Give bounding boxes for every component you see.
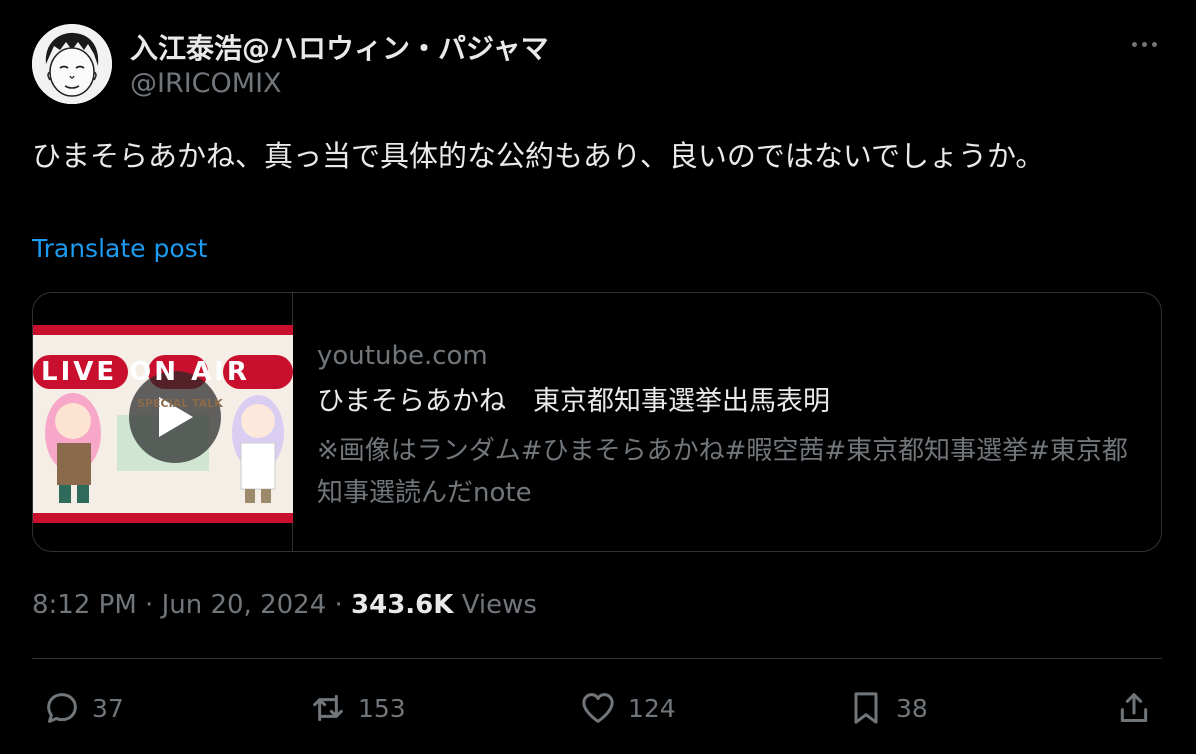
link-card-domain: youtube.com (317, 341, 488, 371)
heart-icon (582, 693, 614, 723)
share-button[interactable] (1114, 688, 1154, 728)
reply-count: 37 (92, 693, 124, 723)
share-icon (1120, 693, 1148, 722)
link-card[interactable]: LIVE ON AIR SPECIAL TALK youtube.com ひまそ… (32, 292, 1162, 552)
user-handle[interactable]: @IRICOMIX (130, 68, 282, 99)
link-card-info[interactable]: youtube.com ひまそらあかね 東京都知事選挙出馬表明 ※画像はランダム… (293, 293, 1147, 551)
display-name[interactable]: 入江泰浩@ハロウィン・パジャマ (130, 27, 549, 67)
repost-button[interactable]: 153 (308, 688, 406, 728)
translate-post-link[interactable]: Translate post (32, 234, 207, 263)
meta-separator: · (334, 590, 352, 620)
tweet-meta: 8:12 PM · Jun 20, 2024 · 343.6K Views (32, 590, 537, 620)
meta-separator: · (145, 590, 162, 620)
repost-count: 153 (358, 693, 406, 723)
thumbnail-banner-text: LIVE ON AIR (41, 357, 250, 387)
bookmark-count: 38 (896, 693, 928, 723)
avatar-face-illustration (32, 24, 112, 104)
tweet-time[interactable]: 8:12 PM (32, 590, 137, 620)
reply-button[interactable]: 37 (42, 688, 124, 728)
views-label: Views (461, 590, 537, 620)
repost-icon (313, 694, 343, 722)
views-count: 343.6K (351, 590, 454, 620)
more-options-icon[interactable] (1126, 30, 1162, 58)
bookmark-button[interactable]: 38 (846, 688, 928, 728)
like-count: 124 (628, 693, 676, 723)
divider (32, 658, 1162, 659)
link-card-thumbnail[interactable]: LIVE ON AIR SPECIAL TALK (33, 293, 293, 551)
thumbnail-sub-text: SPECIAL TALK (137, 397, 223, 410)
reply-icon (47, 693, 77, 723)
tweet-date[interactable]: Jun 20, 2024 (162, 590, 327, 620)
link-card-title: ひまそらあかね 東京都知事選挙出馬表明 (317, 386, 830, 417)
bookmark-icon (854, 692, 878, 724)
like-button[interactable]: 124 (578, 688, 676, 728)
avatar[interactable] (32, 24, 112, 104)
link-card-description: ※画像はランダム#ひまそらあかね#暇空茜#東京都知事選挙#東京都知事選読んだno… (317, 436, 1128, 508)
tweet-text: ひまそらあかね、真っ当で具体的な公約もあり、良いのではないでしょうか。 (32, 139, 1045, 173)
